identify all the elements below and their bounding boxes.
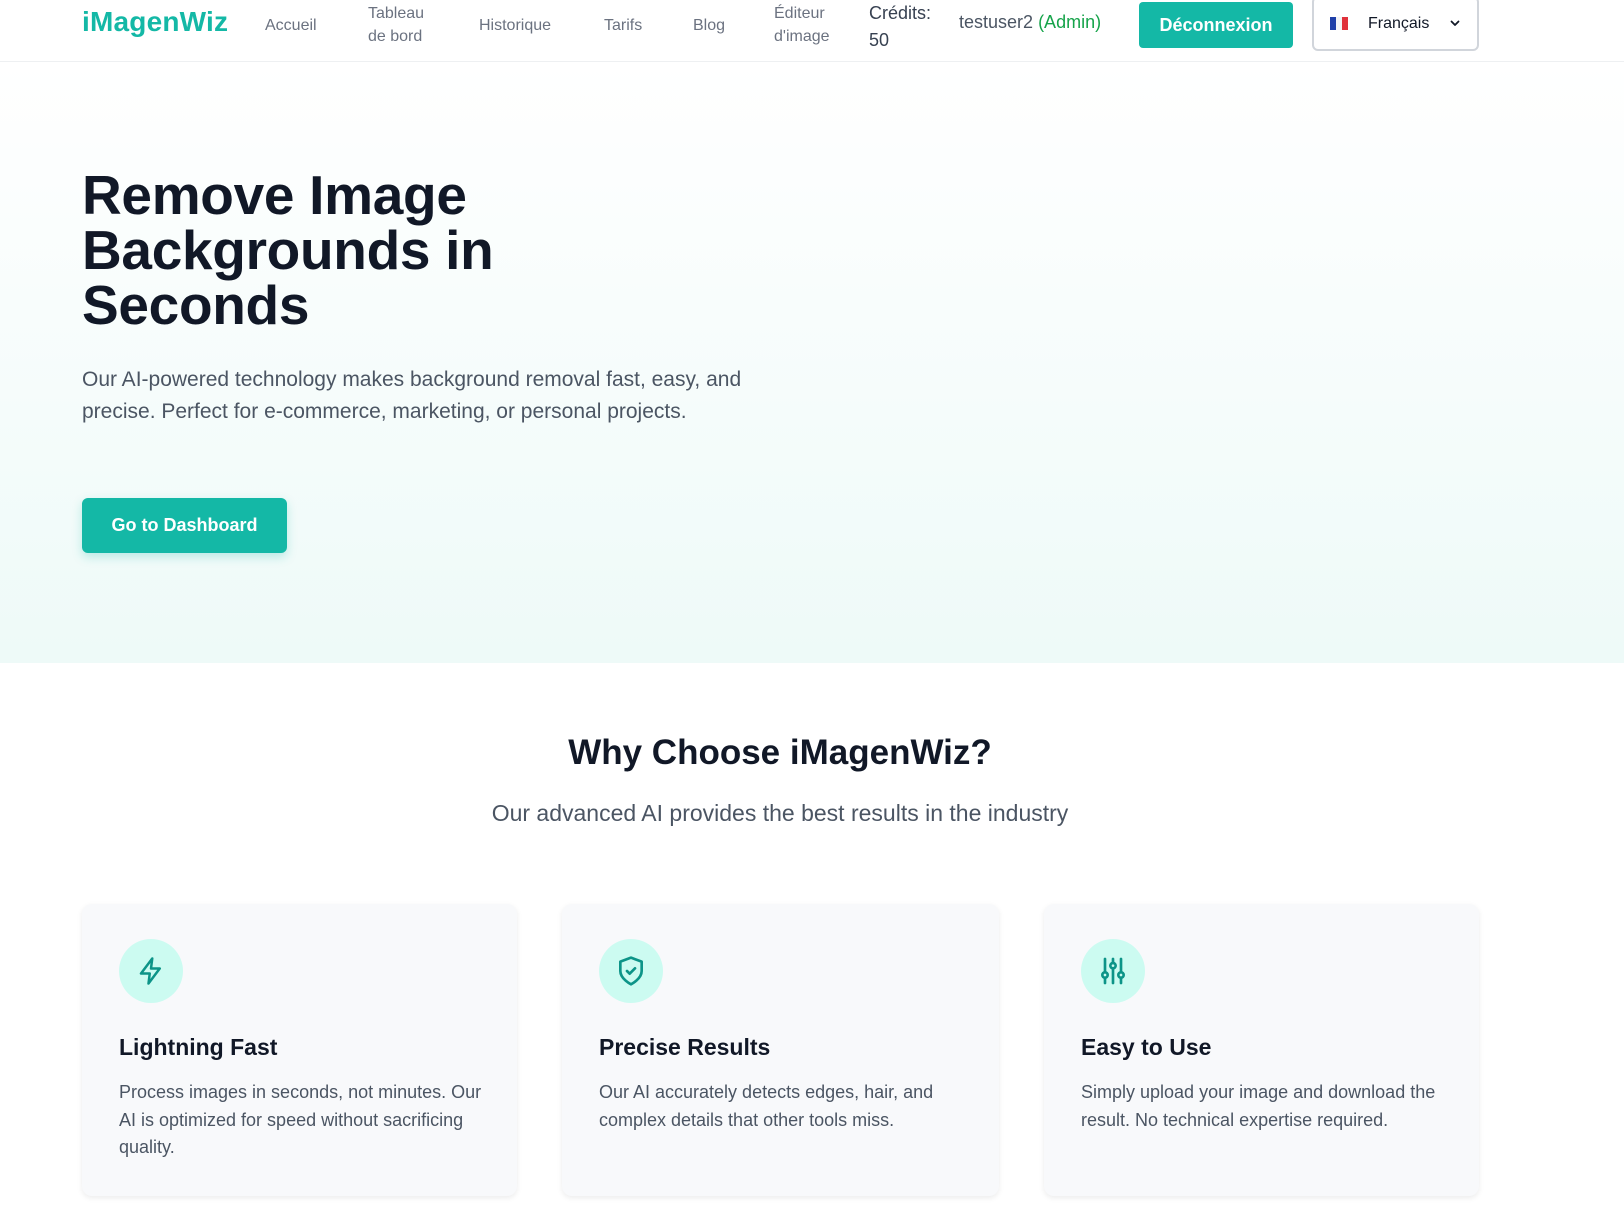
nav-tableau-de-bord[interactable]: Tableau de bord	[368, 2, 438, 48]
feature-card-title: Lightning Fast	[119, 1034, 278, 1060]
chevron-down-icon	[1450, 20, 1460, 26]
language-select[interactable]: Français	[1312, 0, 1479, 51]
username: testuser2	[959, 12, 1034, 32]
nav-historique[interactable]: Historique	[479, 14, 551, 37]
language-selected-label: Français	[1368, 14, 1430, 32]
hero-subtitle: Our AI-powered technology makes backgrou…	[82, 368, 742, 423]
logo[interactable]: iMagenWiz	[82, 6, 228, 38]
feature-card-precise-results: Precise Results Our AI accurately detect…	[562, 904, 999, 1196]
nav-accueil[interactable]: Accueil	[265, 14, 317, 37]
hero-title: Remove Image Backgrounds in Seconds	[82, 164, 494, 336]
user-info: testuser2 (Admin)	[959, 12, 1101, 33]
feature-card-text: Our AI accurately detects edges, hair, a…	[599, 1082, 934, 1130]
feature-card-text: Process images in seconds, not minutes. …	[119, 1082, 482, 1157]
nav-editeur-image[interactable]: Éditeur d'image	[774, 2, 844, 48]
feature-card-title: Precise Results	[599, 1034, 771, 1060]
sliders-icon	[1081, 939, 1145, 1003]
feature-card-lightning-fast: Lightning Fast Process images in seconds…	[82, 904, 517, 1196]
features-title: Why Choose iMagenWiz?	[568, 733, 992, 772]
france-flag-icon	[1330, 17, 1348, 30]
user-role-badge: (Admin)	[1038, 12, 1102, 32]
hero-section: Remove Image Backgrounds in Seconds Our …	[0, 62, 1624, 663]
feature-card-text: Simply upload your image and download th…	[1081, 1082, 1436, 1130]
go-to-dashboard-button[interactable]: Go to Dashboard	[82, 498, 287, 553]
nav-tarifs[interactable]: Tarifs	[604, 14, 642, 37]
top-navbar: iMagenWiz Accueil Tableau de bord Histor…	[0, 0, 1624, 62]
feature-card-easy-to-use: Easy to Use Simply upload your image and…	[1044, 904, 1479, 1196]
logout-button[interactable]: Déconnexion	[1139, 2, 1293, 48]
shield-check-icon	[599, 939, 663, 1003]
features-subtitle: Our advanced AI provides the best result…	[491, 800, 1069, 826]
feature-card-title: Easy to Use	[1081, 1034, 1212, 1060]
lightning-icon	[119, 939, 183, 1003]
nav-blog[interactable]: Blog	[693, 14, 725, 37]
credits-counter: Crédits: 50	[869, 3, 932, 50]
